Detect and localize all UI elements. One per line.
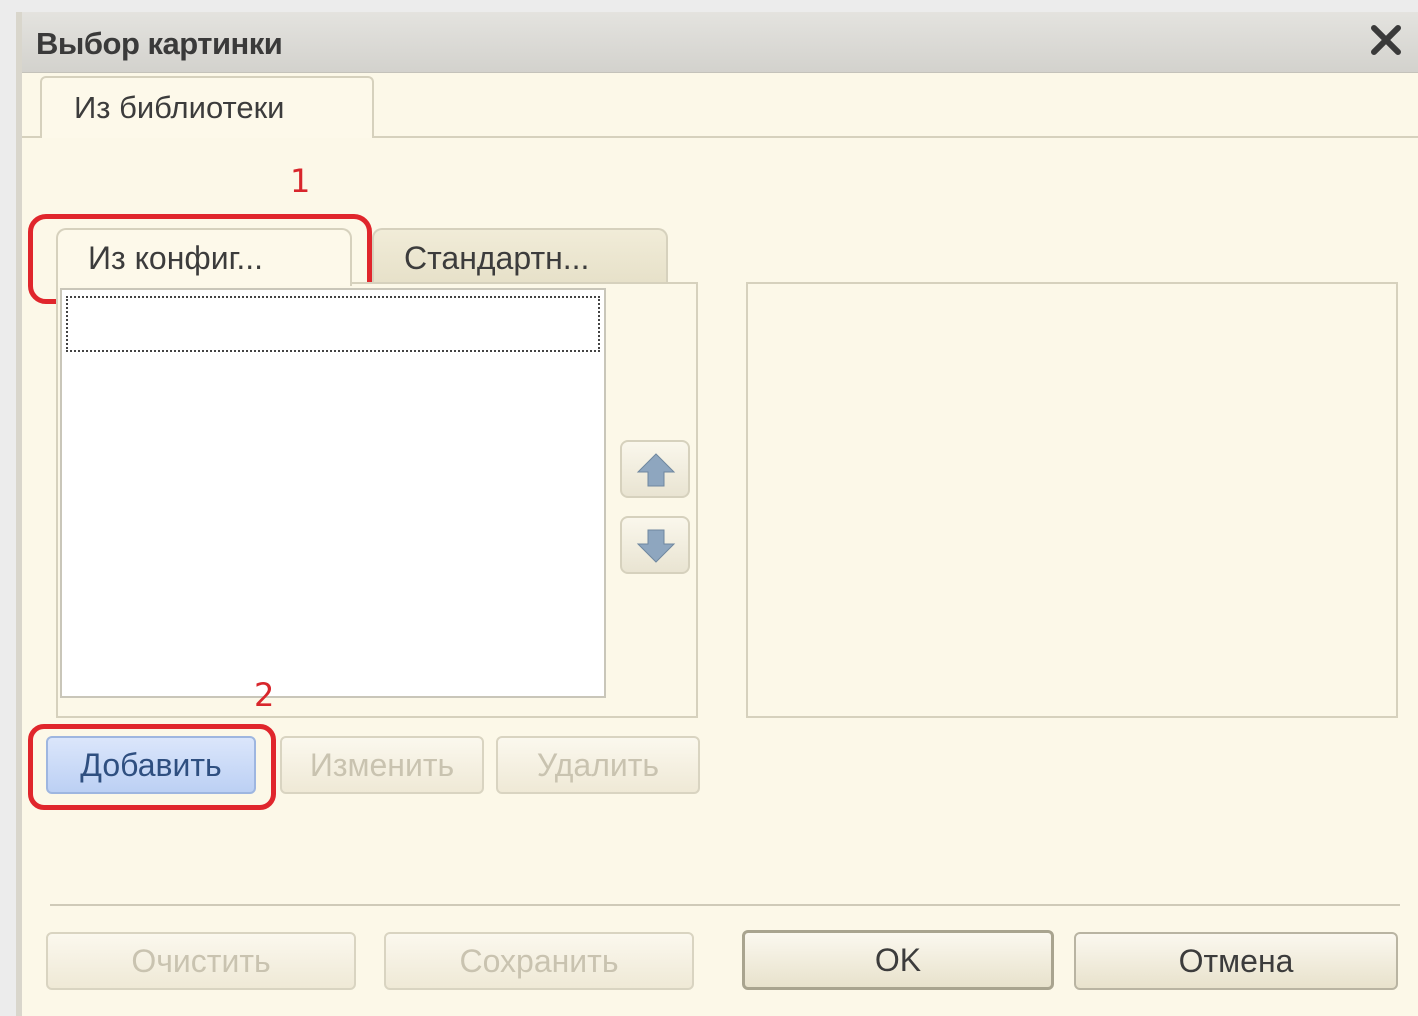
list-item[interactable] (66, 296, 600, 352)
cancel-button[interactable]: Отмена (1074, 932, 1398, 990)
add-button[interactable]: Добавить (46, 736, 256, 794)
picture-selection-dialog: Выбор картинки Из библиотеки 1 Из конфиг… (16, 12, 1418, 1016)
picture-preview (746, 282, 1398, 718)
ok-button[interactable]: OK (742, 930, 1054, 990)
tab-from-configuration[interactable]: Из конфиг... (56, 228, 352, 286)
clear-button[interactable]: Очистить (46, 932, 356, 990)
annotation-marker-1: 1 (290, 162, 311, 200)
close-button[interactable] (1364, 18, 1408, 62)
tab-standard[interactable]: Стандартн... (372, 228, 668, 286)
picture-list[interactable] (60, 288, 606, 698)
move-up-button[interactable] (620, 440, 690, 498)
delete-button[interactable]: Удалить (496, 736, 700, 794)
dialog-title: Выбор картинки (36, 26, 283, 61)
tab-from-configuration-label: Из конфиг... (88, 240, 264, 276)
tab-from-library[interactable]: Из библиотеки (40, 76, 374, 138)
close-icon (1371, 25, 1401, 55)
annotation-marker-2: 2 (254, 676, 275, 714)
tab-from-library-label: Из библиотеки (74, 90, 285, 125)
save-button[interactable]: Сохранить (384, 932, 694, 990)
arrow-down-icon (636, 529, 676, 563)
tab-standard-label: Стандартн... (404, 240, 590, 276)
footer-divider (50, 904, 1400, 906)
edit-button[interactable]: Изменить (280, 736, 484, 794)
arrow-up-icon (636, 453, 676, 487)
move-down-button[interactable] (620, 516, 690, 574)
title-bar: Выбор картинки (22, 12, 1418, 73)
